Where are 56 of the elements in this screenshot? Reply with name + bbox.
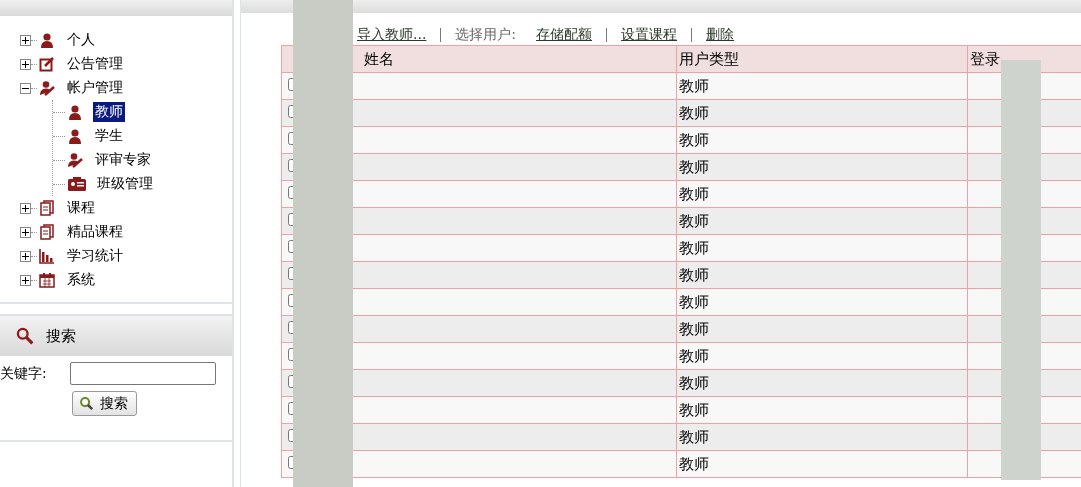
expand-toggle[interactable] [20,34,31,46]
table-cell: 教师 [676,234,968,262]
bar-chart-icon [39,248,55,264]
tree-item[interactable]: 帐户管理 [65,78,125,98]
person-icon [67,104,83,120]
calendar-icon [39,272,55,288]
search-icon [16,327,34,345]
expand-toggle[interactable] [20,202,31,214]
table-cell: 教师 [676,288,968,316]
tree-item[interactable]: 学生 [93,126,125,146]
panel-title: 搜索 [46,326,76,346]
tree-item[interactable]: 公告管理 [65,54,125,74]
table-cell: 教师 [676,261,968,289]
books-icon [39,224,55,240]
table-cell: 教师 [676,126,968,154]
tree-item[interactable]: 个人 [65,30,97,50]
table-cell: 教师 [676,153,968,181]
table-cell: 教师 [676,450,968,478]
table-cell: 教师 [676,396,968,424]
person-pen-icon [39,80,55,96]
table-cell: 教师 [676,72,968,100]
table-cell: 教师 [676,342,968,370]
table-cell: 教师 [676,369,968,397]
action-link[interactable]: 删除 [706,26,735,44]
tree-item[interactable]: 评审专家 [93,150,153,170]
action-link[interactable]: 设置课程 [621,26,678,44]
keyword-label: 关键字: [0,364,48,383]
tree-item[interactable]: 班级管理 [95,174,155,194]
table-cell: 教师 [676,99,968,127]
action-link[interactable]: 存储配额 [536,26,593,44]
table-cell: 教师 [676,423,968,451]
table-cell: 教师 [676,207,968,235]
tree-item[interactable]: 教师 [93,102,125,122]
expand-toggle[interactable] [20,250,31,262]
keyword-field[interactable] [70,362,216,385]
id-card-icon [67,176,87,192]
collapse-toggle[interactable] [20,82,31,94]
person-icon [39,32,55,48]
tree-item[interactable]: 精品课程 [65,222,125,242]
expand-toggle[interactable] [20,226,31,238]
tree-item[interactable]: 学习统计 [65,246,125,266]
expand-toggle[interactable] [20,274,31,286]
tree-item[interactable]: 课程 [65,198,97,218]
table-cell: 教师 [676,180,968,208]
expand-toggle[interactable] [20,58,31,70]
column-header: 用户类型 [676,45,968,73]
search-button[interactable]: 搜索 [72,391,137,416]
person-pen-icon [67,152,83,168]
search-icon [79,396,94,411]
import-link[interactable]: 导入教师... [357,26,427,44]
books-icon [39,200,55,216]
table-cell: 教师 [676,315,968,343]
person-icon [67,128,83,144]
edit-icon [39,56,55,72]
select-users-label: 选择用户: [455,26,517,44]
tree-item[interactable]: 系统 [65,270,97,290]
